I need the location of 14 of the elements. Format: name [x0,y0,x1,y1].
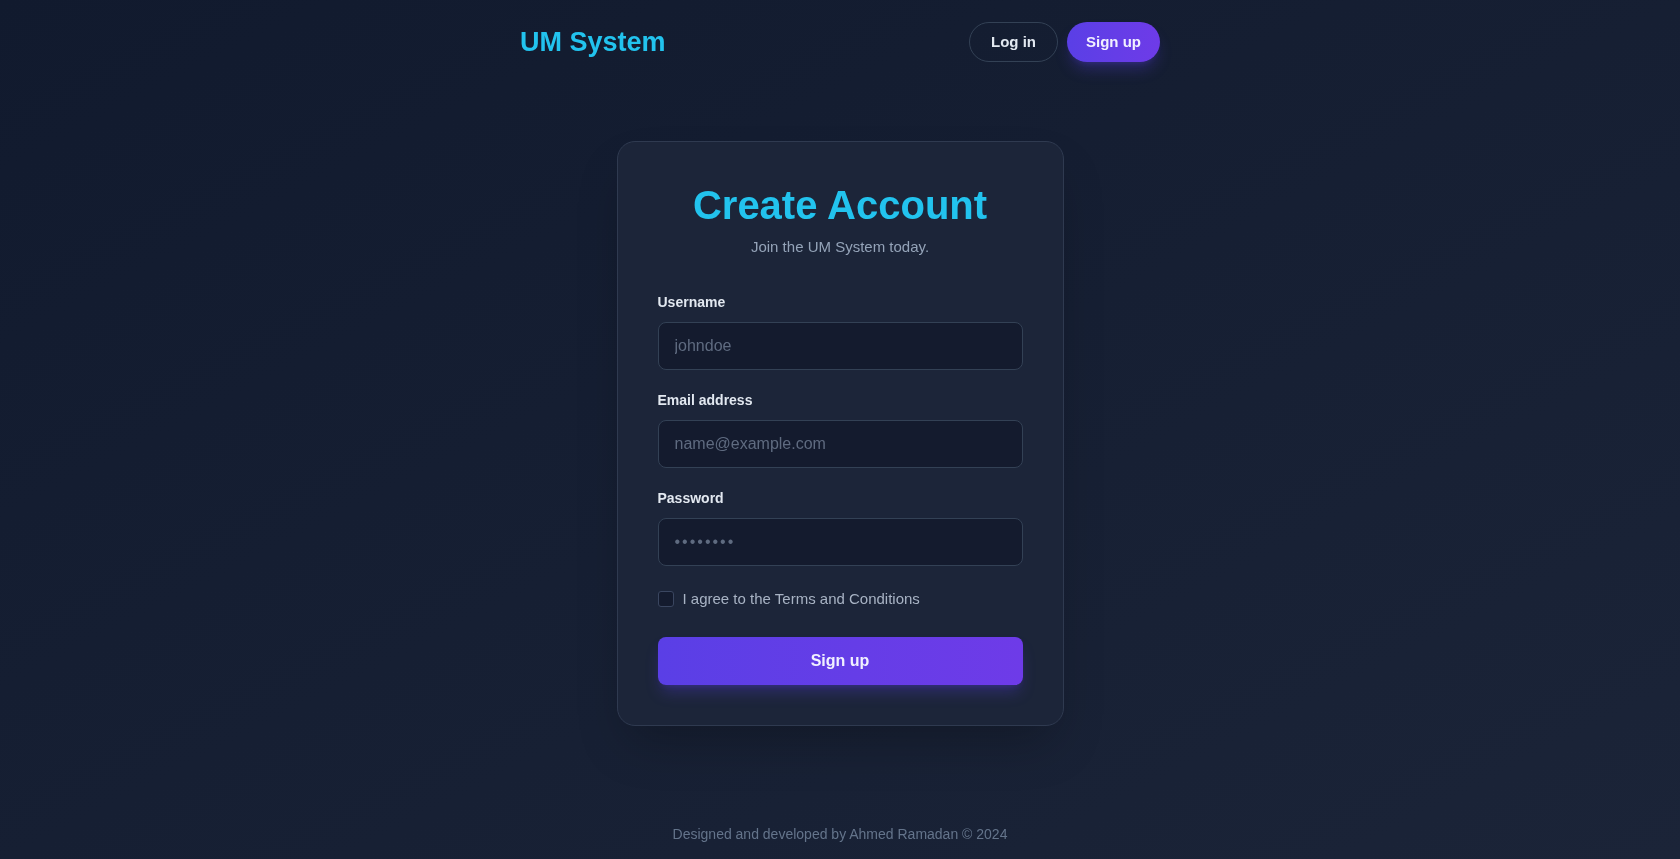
checkbox[interactable] [657,591,674,608]
field-label: Password [657,489,725,508]
sign-up-button[interactable]: Sign up [657,636,1023,685]
logo[interactable]: UM System [520,22,666,63]
field-label: Email address [657,391,754,410]
input-field[interactable]: name@example.com [657,420,1023,468]
input-field[interactable]: •••••••• [657,518,1023,566]
card-subtitle: Join the UM System today. [749,236,931,257]
sign-up-button[interactable]: Sign up [1067,22,1160,63]
footer-text: Designed and developed by Ahmed Ramadan © 2024 [672,824,1008,844]
card-title: Create Account [691,181,989,229]
input-field[interactable]: johndoe [657,322,1023,370]
terms-label: I agree to the Terms and Conditions [682,589,920,609]
field-label: Username [657,293,727,312]
